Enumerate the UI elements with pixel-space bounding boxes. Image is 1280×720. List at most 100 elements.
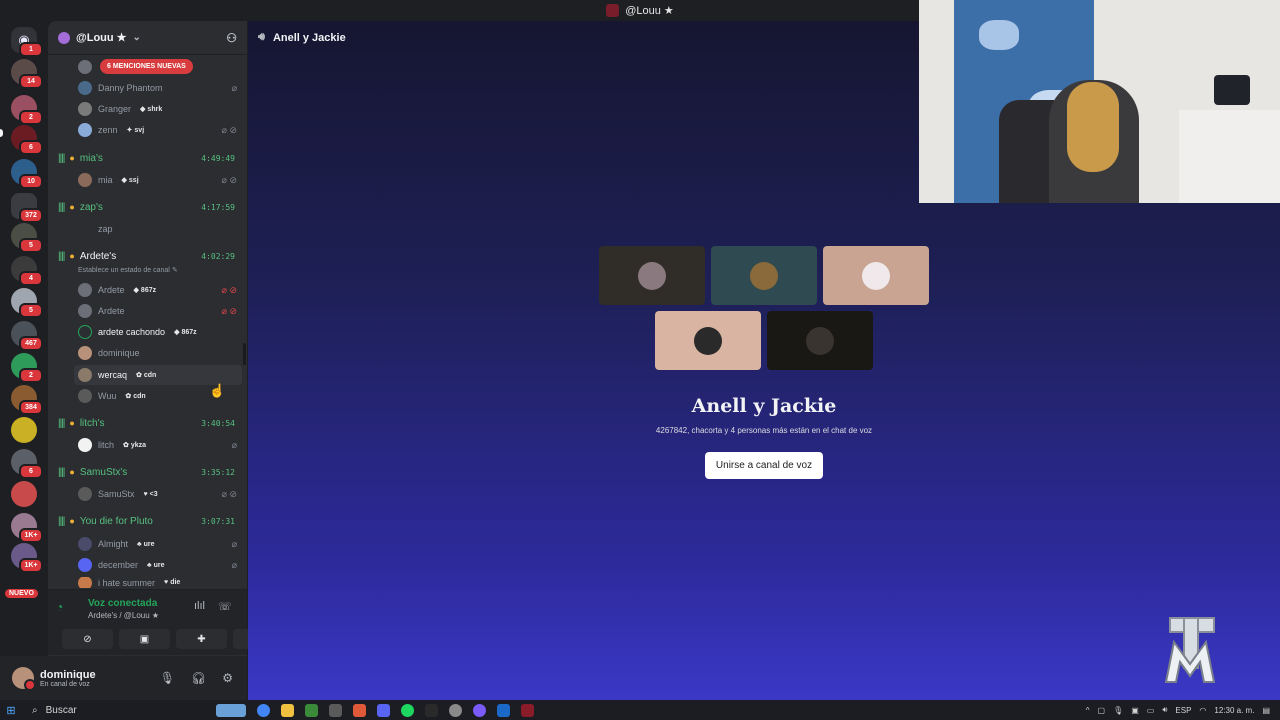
member-row[interactable]: Ardete ⌀ ⊘: [48, 301, 243, 321]
member-row[interactable]: Danny Phantom ⌀: [48, 78, 243, 98]
discord-icon[interactable]: [377, 703, 390, 717]
server-rail: ◉ 1 14 2 6 10 372 5 4 5 467 2 384 6 1K+ 1…: [0, 21, 48, 700]
server-icon[interactable]: 6: [11, 125, 43, 155]
add-member-icon[interactable]: ⚇: [226, 31, 237, 45]
server-icon[interactable]: 6: [11, 449, 43, 479]
member-row[interactable]: litch ✿ ykza ⌀: [48, 435, 243, 455]
voice-channel[interactable]: |||| ● zap's 4:17:59: [48, 197, 243, 217]
gear-icon[interactable]: ⚙: [222, 671, 233, 685]
avatar[interactable]: [12, 667, 36, 691]
screen-share-button[interactable]: ▣: [119, 629, 170, 649]
disconnect-icon[interactable]: ☏: [218, 600, 232, 613]
server-icon[interactable]: [11, 481, 37, 507]
member-row[interactable]: Ardete ◆ 867z ⌀ ⊘: [48, 280, 243, 300]
member-row[interactable]: zap: [48, 219, 243, 239]
chrome-icon[interactable]: [257, 703, 270, 717]
server-icon[interactable]: 5: [11, 223, 43, 253]
channel-status[interactable]: Establece un estado de canal ✎: [78, 266, 178, 274]
member-row[interactable]: Granger ◆ shrk: [48, 99, 243, 119]
signal-icon[interactable]: ◔: [56, 600, 63, 614]
tray-icon[interactable]: ▣: [1131, 706, 1139, 715]
member-name: Granger: [98, 104, 132, 114]
tray-icon[interactable]: ▢: [1098, 706, 1106, 715]
webcam-background: [1214, 75, 1250, 105]
taskbar-search[interactable]: ⌕ Buscar: [22, 705, 192, 716]
member-row[interactable]: Almight ♣ ure ⌀: [48, 534, 243, 554]
server-icon[interactable]: 1K+: [11, 543, 43, 573]
voice-channel-current[interactable]: |||| ● Ardete's 4:02:29: [48, 246, 243, 266]
new-badge[interactable]: NUEVO: [5, 589, 38, 598]
voice-connected-channel[interactable]: Ardete's / @Louu ★: [88, 611, 159, 620]
member-name: december: [98, 560, 139, 570]
server-icon[interactable]: 1K+: [11, 513, 43, 543]
chevron-up-icon[interactable]: ^: [1086, 706, 1090, 715]
voice-connected-panel: ◔ Voz conectada Ardete's / @Louu ★ ılıl …: [48, 589, 284, 655]
tray-icon[interactable]: ▭: [1147, 706, 1155, 715]
member-row[interactable]: ardete cachondo ◆ 867z: [48, 322, 243, 342]
channel-name: zap's: [79, 201, 103, 213]
server-icon[interactable]: 5: [11, 288, 43, 318]
language-indicator[interactable]: ESP: [1175, 706, 1191, 715]
server-folder[interactable]: 372: [11, 193, 43, 223]
user-name[interactable]: dominique: [40, 669, 96, 681]
discord-home-icon[interactable]: ◉ 1: [11, 27, 43, 57]
microphone-icon[interactable]: 🎙︎: [160, 671, 175, 685]
participant-tile[interactable]: [767, 311, 873, 370]
app-icon[interactable]: [473, 703, 486, 717]
app-icon[interactable]: [329, 703, 342, 717]
server-icon[interactable]: 4: [11, 256, 43, 286]
activities-button[interactable]: ✚: [176, 629, 227, 649]
voice-channel[interactable]: |||| ● You die for Pluto 3:07:31: [48, 511, 243, 531]
member-row[interactable]: i hate summer ♥ die: [48, 577, 243, 588]
brave-icon[interactable]: [353, 703, 366, 717]
server-icon[interactable]: 467: [11, 321, 43, 351]
widget-icon[interactable]: [216, 703, 246, 717]
participant-tile[interactable]: [711, 246, 817, 305]
server-icon[interactable]: 2: [11, 95, 43, 125]
microphone-icon[interactable]: 🎙︎: [1113, 706, 1123, 715]
voice-channel[interactable]: |||| ● SamuStx's 3:35:12: [48, 462, 243, 482]
member-row[interactable]: mia ◆ ssj ⌀ ⊘: [48, 170, 243, 190]
participant-tile[interactable]: [655, 311, 761, 370]
participant-tile[interactable]: [823, 246, 929, 305]
participant-tile[interactable]: [599, 246, 705, 305]
member-name: Danny Phantom: [98, 83, 163, 93]
volume-icon[interactable]: 🔊︎: [1162, 705, 1167, 715]
app-icon[interactable]: [425, 703, 438, 717]
speaker-bars-icon: ||||: [58, 515, 65, 527]
server-icon[interactable]: 14: [11, 59, 43, 89]
search-placeholder: Buscar: [45, 704, 77, 716]
notification-icon[interactable]: ▤: [1262, 706, 1270, 715]
server-icon[interactable]: [11, 417, 37, 443]
member-row[interactable]: [48, 57, 243, 77]
windows-start-icon[interactable]: ⊞: [0, 704, 22, 717]
clock[interactable]: 12:30 a. m.: [1214, 706, 1254, 715]
voice-channel[interactable]: |||| ● litch's 3:40:54: [48, 413, 243, 433]
member-row[interactable]: dominique: [48, 343, 243, 363]
member-row[interactable]: SamuStx ♥ <3 ⌀ ⊘: [48, 484, 243, 504]
member-row[interactable]: zenn ✦ svj ⌀ ⊘: [48, 120, 243, 140]
spotify-icon[interactable]: [401, 703, 414, 717]
server-mute-deafen-icons: ⌀ ⊘: [221, 305, 237, 316]
avatar: [694, 326, 722, 355]
channel-emoji-icon: ●: [69, 251, 75, 261]
server-icon[interactable]: 10: [11, 159, 43, 189]
headphones-icon[interactable]: 🎧︎: [191, 671, 206, 685]
server-icon[interactable]: 384: [11, 385, 43, 415]
wifi-icon[interactable]: ◠: [1199, 706, 1206, 715]
member-row-hovered[interactable]: wercaq ✿ cdn: [74, 365, 242, 385]
store-icon[interactable]: [305, 703, 318, 717]
steam-icon[interactable]: [497, 703, 510, 717]
app-icon[interactable]: [521, 703, 534, 717]
noise-suppression-icon[interactable]: ılıl: [194, 600, 205, 612]
webcam-background: [979, 20, 1019, 50]
app-icon[interactable]: [449, 703, 462, 717]
server-icon[interactable]: 2: [11, 353, 43, 383]
voice-channel[interactable]: |||| ● mia's 4:49:49: [48, 148, 243, 168]
camera-button[interactable]: ⊘: [62, 629, 113, 649]
member-row[interactable]: december ♣ ure ⌀: [48, 555, 243, 575]
guild-header[interactable]: @Louu ★ ⌄ ⚇: [48, 21, 247, 55]
sidebar-scrollbar[interactable]: [243, 343, 246, 365]
join-voice-button[interactable]: Unirse a canal de voz: [705, 452, 823, 479]
file-explorer-icon[interactable]: [281, 703, 294, 717]
